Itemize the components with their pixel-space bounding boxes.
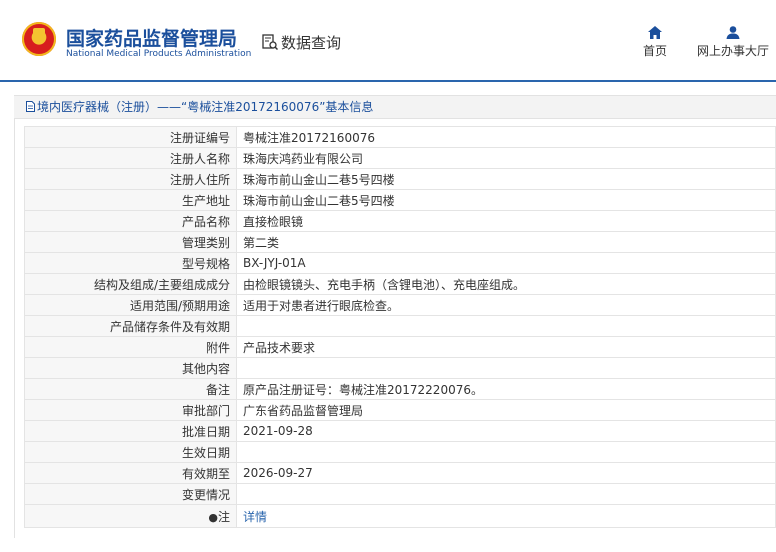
table-row: 备注 原产品注册证号：粤械注准20172220076。	[24, 378, 776, 400]
field-label: 批准日期	[24, 420, 237, 442]
field-value: 2021-09-28	[236, 420, 776, 442]
table-row: 产品储存条件及有效期	[24, 315, 776, 337]
breadcrumb: 境内医疗器械（注册）——“粤械注准20172160076”基本信息	[37, 100, 374, 114]
table-row: 注册证编号 粤械注准20172160076	[24, 126, 776, 148]
table-row-note: ●注 详情	[24, 504, 776, 528]
field-label: 其他内容	[24, 357, 237, 379]
breadcrumb-bar: 境内医疗器械（注册）——“粤械注准20172160076”基本信息	[14, 95, 776, 119]
table-row: 生产地址 珠海市前山金山二巷5号四楼	[24, 189, 776, 211]
field-label: 注册证编号	[24, 126, 237, 148]
field-value: 2026-09-27	[236, 462, 776, 484]
table-row: 注册人名称 珠海庆鸿药业有限公司	[24, 147, 776, 169]
table-row: 注册人住所 珠海市前山金山二巷5号四楼	[24, 168, 776, 190]
field-value: BX-JYJ-01A	[236, 252, 776, 274]
field-label: 型号规格	[24, 252, 237, 274]
field-value: 原产品注册证号：粤械注准20172220076。	[236, 378, 776, 400]
table-row: 审批部门 广东省药品监督管理局	[24, 399, 776, 421]
table-row: 变更情况	[24, 483, 776, 505]
registration-info-table: 注册证编号 粤械注准20172160076 注册人名称 珠海庆鸿药业有限公司 注册人住所…	[24, 126, 776, 528]
table-row: 产品名称 直接检眼镜	[24, 210, 776, 232]
table-row: 适用范围/预期用途 适用于对患者进行眼底检查。	[24, 294, 776, 316]
nav-home[interactable]: 首页	[643, 26, 667, 59]
logo-title[interactable]: 国家药品监督管理局	[66, 24, 237, 51]
field-value	[236, 441, 776, 463]
details-link[interactable]: 详情	[243, 510, 267, 524]
note-value-cell: 详情	[236, 504, 776, 528]
national-emblem-icon	[22, 22, 56, 56]
field-value: 第二类	[236, 231, 776, 253]
user-icon	[726, 26, 740, 39]
note-key: 注	[217, 509, 230, 524]
field-value: 产品技术要求	[236, 336, 776, 358]
note-key-cell: ●注	[24, 504, 237, 528]
table-row: 附件 产品技术要求	[24, 336, 776, 358]
table-row: 生效日期	[24, 441, 776, 463]
data-query-link[interactable]: 数据查询	[262, 32, 341, 53]
table-row: 其他内容	[24, 357, 776, 379]
field-label: 备注	[24, 378, 237, 400]
field-label: 注册人住所	[24, 168, 237, 190]
site-header: 国家药品监督管理局 National Medical Products Admi…	[0, 0, 776, 82]
field-value: 适用于对患者进行眼底检查。	[236, 294, 776, 316]
field-label: 适用范围/预期用途	[24, 294, 237, 316]
home-icon	[648, 26, 662, 39]
field-label: 注册人名称	[24, 147, 237, 169]
table-row: 型号规格 BX-JYJ-01A	[24, 252, 776, 274]
field-value	[236, 357, 776, 379]
field-value	[236, 315, 776, 337]
field-label: 变更情况	[24, 483, 237, 505]
table-row: 批准日期 2021-09-28	[24, 420, 776, 442]
field-value: 由检眼镜镜头、充电手柄（含锂电池）、充电座组成。	[236, 273, 776, 295]
table-row: 有效期至 2026-09-27	[24, 462, 776, 484]
data-query-label: 数据查询	[281, 34, 342, 52]
pin-icon: ●	[208, 510, 218, 524]
field-value: 珠海市前山金山二巷5号四楼	[236, 168, 776, 190]
table-row: 管理类别 第二类	[24, 231, 776, 253]
nav-online-service-label: 网上办事大厅	[697, 44, 770, 58]
field-value: 直接检眼镜	[236, 210, 776, 232]
field-label: 生效日期	[24, 441, 237, 463]
field-value: 粤械注准20172160076	[236, 126, 776, 148]
field-value: 珠海市前山金山二巷5号四楼	[236, 189, 776, 211]
field-label: 生产地址	[24, 189, 237, 211]
nav-online-service[interactable]: 网上办事大厅	[697, 26, 769, 59]
field-value: 珠海庆鸿药业有限公司	[236, 147, 776, 169]
document-search-icon	[262, 34, 278, 51]
field-label: 产品储存条件及有效期	[24, 315, 237, 337]
field-value: 广东省药品监督管理局	[236, 399, 776, 421]
field-label: 产品名称	[24, 210, 237, 232]
field-label: 附件	[24, 336, 237, 358]
field-label: 审批部门	[24, 399, 237, 421]
nav-home-label: 首页	[643, 44, 668, 58]
field-label: 管理类别	[24, 231, 237, 253]
field-value	[236, 483, 776, 505]
field-label: 有效期至	[24, 462, 237, 484]
table-row: 结构及组成/主要组成成分 由检眼镜镜头、充电手柄（含锂电池）、充电座组成。	[24, 273, 776, 295]
logo-subtitle: National Medical Products Administration	[66, 49, 252, 59]
field-label: 结构及组成/主要组成成分	[24, 273, 237, 295]
document-icon	[26, 101, 35, 112]
